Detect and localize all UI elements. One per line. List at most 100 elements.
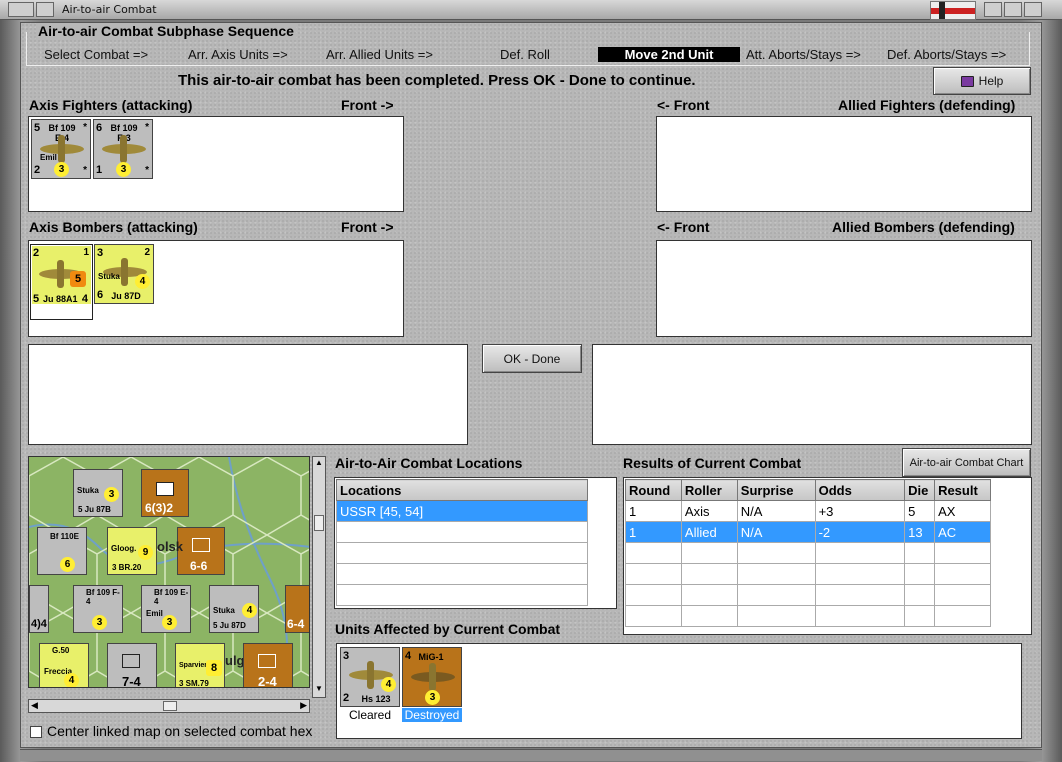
status-destroyed: Destroyed: [402, 708, 462, 722]
locations-table: Locations USSR [45, 54]: [336, 479, 588, 606]
unit-counter-ju88a1-selected[interactable]: 2 1 5 5 Ju 88A1 4: [30, 244, 93, 320]
scroll-left-arrow-icon[interactable]: ◀: [31, 700, 38, 711]
help-button[interactable]: Help: [933, 67, 1031, 95]
combat-chart-button[interactable]: Air-to-air Combat Chart: [902, 448, 1031, 477]
allied-fighters-box: [656, 116, 1032, 212]
seq-step-att-aborts: Att. Aborts/Stays =>: [746, 47, 861, 62]
system-menu-button[interactable]: [8, 2, 34, 17]
affected-unit-hs123[interactable]: 3 4 2 Hs 123: [340, 647, 400, 707]
counter-name: Ju 87D: [111, 291, 141, 301]
map-unit-6-4[interactable]: 6-4: [285, 585, 309, 633]
allied-bombers-box: [656, 240, 1032, 337]
scroll-right-arrow-icon[interactable]: ▶: [300, 700, 307, 711]
map-unit-bf109-f4[interactable]: Bf 109 F-4 3: [73, 585, 123, 633]
counter-range: 6: [97, 289, 104, 301]
affected-box: 3 4 2 Hs 123 Cleared 4 MiG-1 3 Destroyed: [336, 643, 1022, 739]
map-unit-bf109-e4[interactable]: Bf 109 E-4 Emil 3: [141, 585, 191, 633]
seq-step-def-roll: Def. Roll: [500, 47, 550, 62]
counter-bomb-factor: 4: [135, 274, 150, 289]
table-row[interactable]: 1 Allied N/A -2 13 AC: [625, 521, 991, 543]
linked-map[interactable]: Stuka 5 Ju 87B 3 6(3)2 Bf 110E 6 Gloog. …: [28, 456, 310, 688]
seq-step-move-2nd-unit: Move 2nd Unit: [598, 47, 740, 62]
counter-range: 5: [33, 293, 40, 305]
bottom-frame: [20, 749, 1042, 761]
results-title: Results of Current Combat: [623, 455, 802, 471]
locations-header: Locations: [336, 479, 588, 501]
allied-detail-box: [592, 344, 1032, 445]
counter-defense-top: 1: [83, 247, 89, 258]
allied-bombers-front-label: <- Front: [657, 219, 710, 235]
unit-counter-bf109-e4[interactable]: 5 Bf 109E-4 * Emil 2 3 *: [31, 119, 91, 179]
allied-fighters-front-label: <- Front: [657, 97, 710, 113]
counter-defense-top: 2: [144, 247, 150, 258]
results-table: Round Roller Surprise Odds Die Result 1A…: [625, 479, 991, 627]
counter-tag: Emil: [40, 153, 57, 162]
counter-attack: 6: [96, 122, 103, 134]
affected-unit-mig1[interactable]: 4 MiG-1 3: [402, 647, 462, 707]
col-die: Die: [904, 479, 936, 501]
map-unit-7-4[interactable]: 7-4: [107, 643, 157, 687]
allied-bombers-label: Allied Bombers (defending): [832, 219, 1015, 235]
counter-attack: 2: [33, 247, 40, 259]
counter-range: 3: [54, 162, 69, 177]
counter-attack: 3: [97, 247, 104, 259]
title-bar: Air-to-air Combat: [0, 0, 1062, 20]
seq-step-def-aborts: Def. Aborts/Stays =>: [887, 47, 1007, 62]
table-row[interactable]: 1 Axis N/A +3 5 AX: [625, 500, 991, 522]
locations-title: Air-to-Air Combat Locations: [335, 455, 523, 471]
map-horizontal-scrollbar[interactable]: ◀ ▶: [28, 699, 310, 713]
counter-name: Ju 88A1: [43, 294, 78, 304]
maximize-window-button[interactable]: [1004, 2, 1022, 17]
locations-list: Locations USSR [45, 54]: [334, 477, 617, 609]
map-unit-ju87d[interactable]: Stuka 5 Ju 87D 4: [209, 585, 259, 633]
help-book-icon: [960, 75, 974, 87]
map-unit-g50[interactable]: G.50 Freccia 4: [39, 643, 89, 687]
col-surprise: Surprise: [736, 479, 816, 501]
nation-flag-icon: [930, 1, 976, 20]
map-unit-2-4[interactable]: 2-4: [243, 643, 293, 687]
results-box: Round Roller Surprise Odds Die Result 1A…: [623, 477, 1032, 635]
map-unit-stuka[interactable]: Stuka 5 Ju 87B 3: [73, 469, 123, 517]
map-unit-6-6[interactable]: 6-6: [177, 527, 225, 575]
counter-star: *: [83, 122, 87, 133]
map-unit-corps-632[interactable]: 6(3)2: [141, 469, 189, 517]
status-cleared: Cleared: [348, 708, 392, 722]
counter-bomb-factor: 5: [70, 271, 86, 287]
axis-detail-box: [28, 344, 468, 445]
window-title: Air-to-air Combat: [62, 3, 157, 16]
seq-step-arr-allied: Arr. Allied Units =>: [326, 47, 433, 62]
axis-fighters-front-label: Front ->: [341, 97, 394, 113]
map-town-label: olsk: [157, 539, 184, 554]
unit-counter-bf109-f3[interactable]: 6 Bf 109F-3 * 1 3 *: [93, 119, 153, 179]
scroll-down-arrow-icon[interactable]: ▼: [314, 684, 324, 696]
allied-fighters-label: Allied Fighters (defending): [838, 97, 1016, 113]
center-map-checkbox[interactable]: [30, 726, 42, 738]
seq-step-arr-axis: Arr. Axis Units =>: [188, 47, 288, 62]
map-unit-partial[interactable]: 4)4: [29, 585, 49, 633]
plane-icon: [102, 135, 146, 163]
counter-star: *: [145, 122, 149, 133]
counter-star: *: [145, 165, 149, 176]
counter-attack: 5: [34, 122, 41, 134]
col-round: Round: [625, 479, 682, 501]
map-unit-bf110e[interactable]: Bf 110E 6: [37, 527, 87, 575]
ok-done-button[interactable]: OK - Done: [482, 344, 582, 373]
col-result: Result: [934, 479, 991, 501]
horizontal-scroll-thumb[interactable]: [163, 701, 177, 711]
minimize-button[interactable]: [36, 2, 54, 17]
counter-factor: 4: [81, 293, 88, 305]
close-window-button[interactable]: [1024, 2, 1042, 17]
axis-bombers-box: 2 1 5 5 Ju 88A1 4 3 2 Stuka 4 6 Ju 87D: [28, 240, 404, 337]
status-message: This air-to-air combat has been complete…: [178, 72, 696, 89]
location-row[interactable]: USSR [45, 54]: [336, 500, 588, 522]
map-vertical-scrollbar[interactable]: ▲ ▼: [312, 456, 326, 698]
scroll-up-arrow-icon[interactable]: ▲: [314, 458, 324, 470]
minimize-window-button[interactable]: [984, 2, 1002, 17]
map-unit-br20[interactable]: Gloog. 3 BR.20 9: [107, 527, 157, 575]
sequence-title: Air-to-air Combat Subphase Sequence: [36, 23, 296, 39]
unit-counter-ju87d[interactable]: 3 2 Stuka 4 6 Ju 87D: [94, 244, 154, 304]
map-unit-sm79[interactable]: Sparviero 3 SM.79 8: [175, 643, 225, 687]
axis-bombers-front-label: Front ->: [341, 219, 394, 235]
col-odds: Odds: [814, 479, 906, 501]
vertical-scroll-thumb[interactable]: [314, 515, 324, 531]
